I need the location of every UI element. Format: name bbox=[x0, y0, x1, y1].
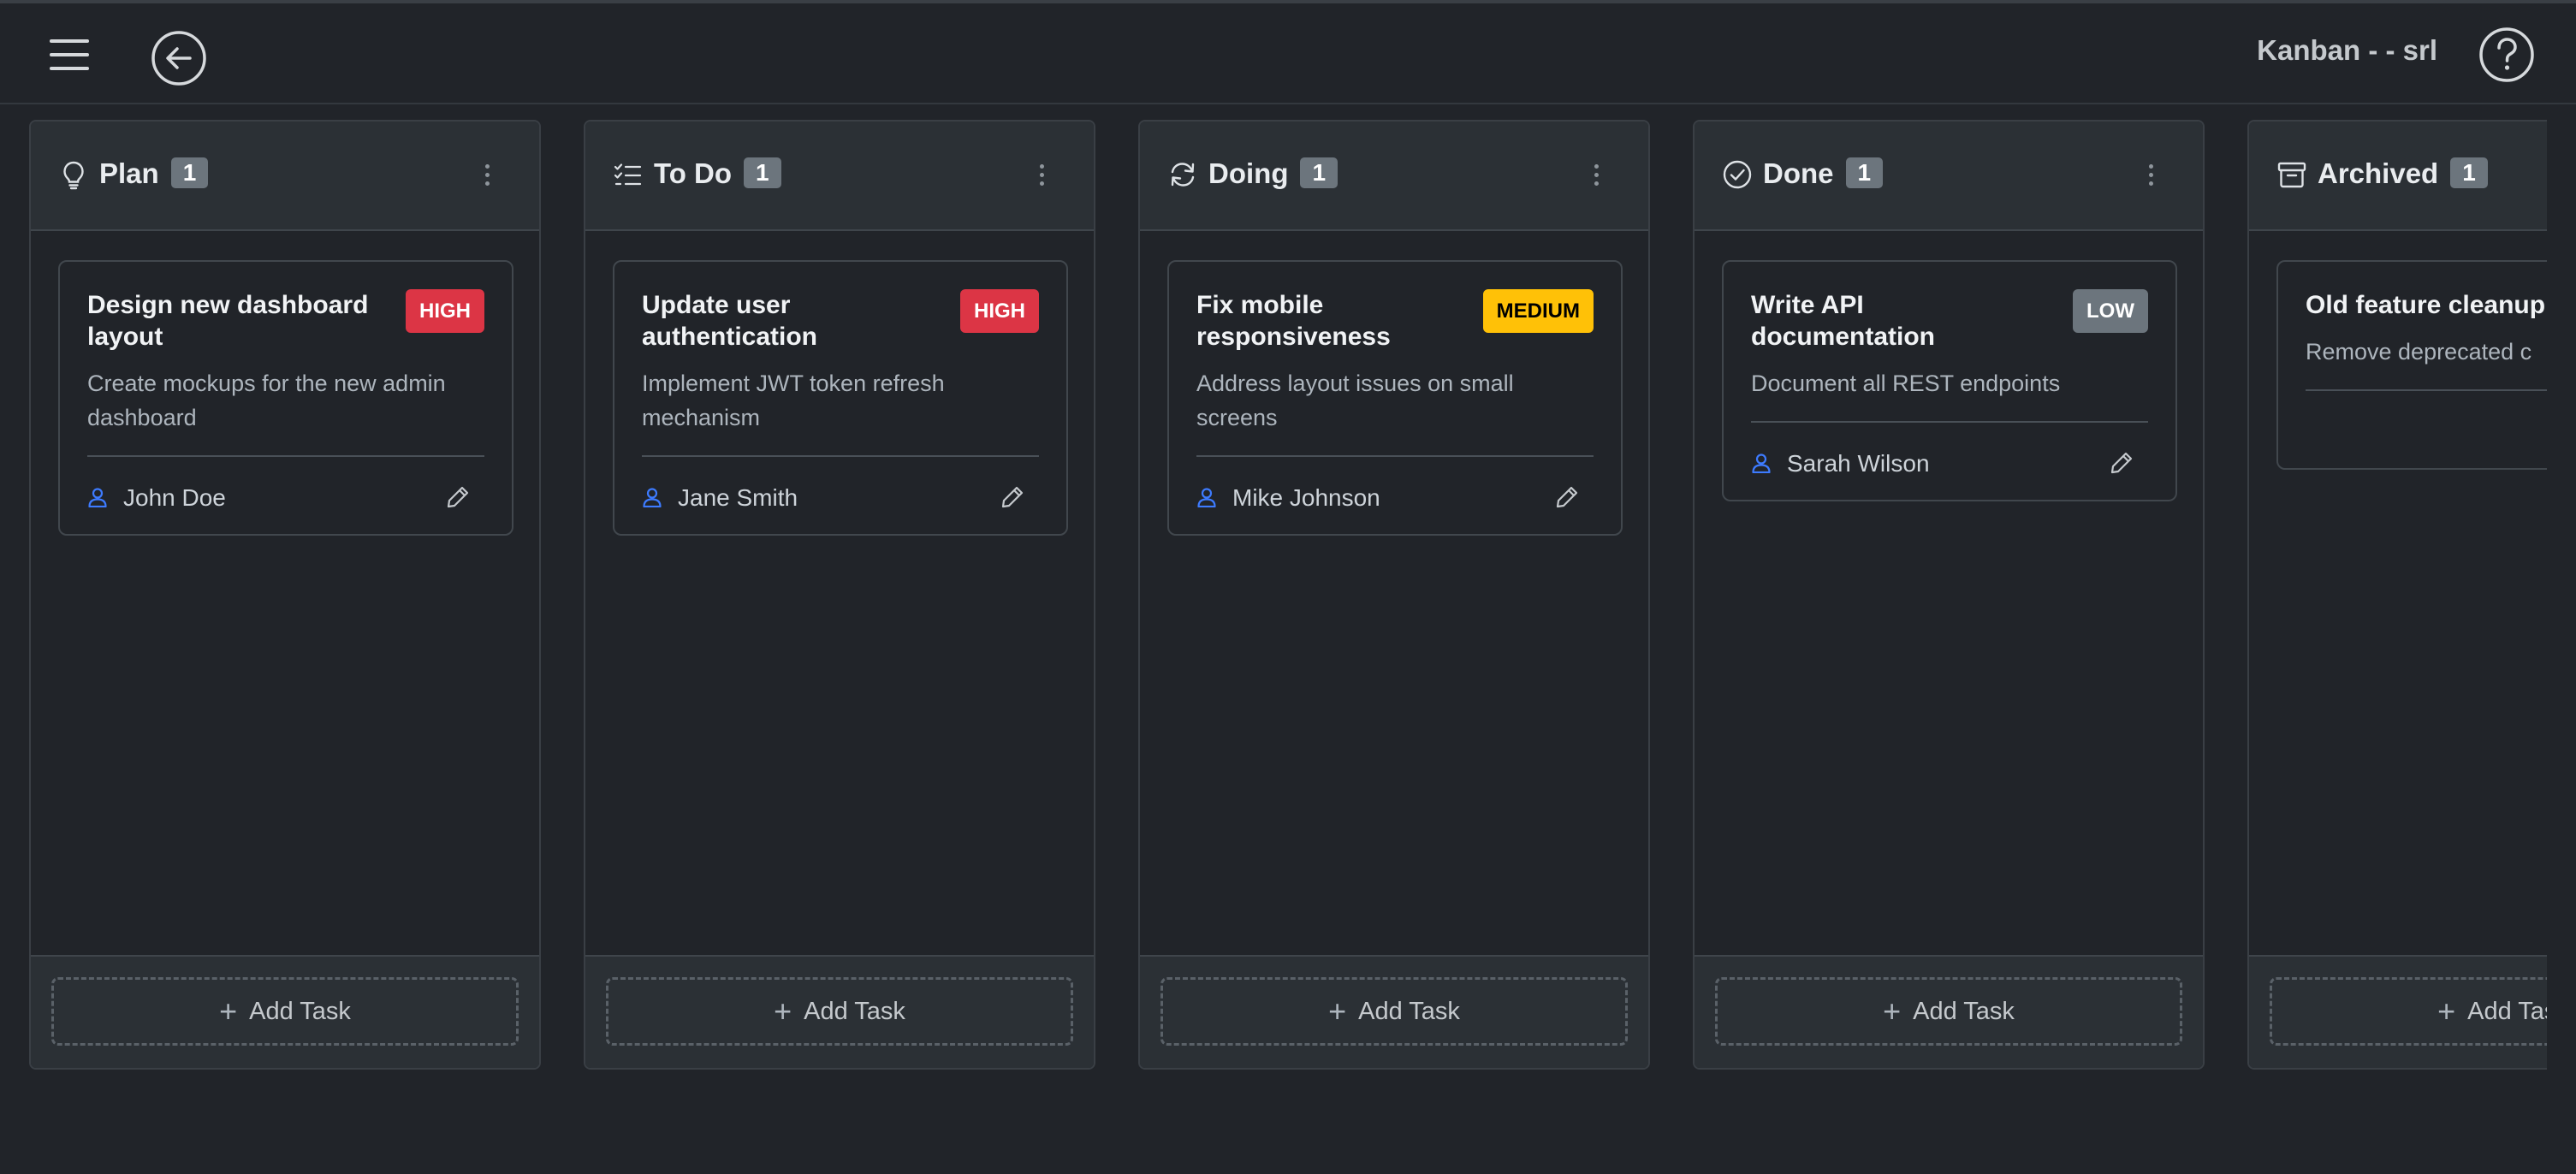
plus-icon: + bbox=[1883, 993, 1902, 1029]
add-task-button[interactable]: +Add Task bbox=[606, 977, 1073, 1046]
kebab-menu-icon[interactable] bbox=[483, 161, 491, 190]
task-card[interactable]: Write API documentation LOW Document all… bbox=[1722, 260, 2177, 501]
card-footer: Jane Smith bbox=[642, 455, 1039, 534]
assignee: Sarah Wilson bbox=[1751, 450, 1930, 477]
pencil-icon[interactable] bbox=[445, 484, 471, 510]
task-card[interactable]: Update user authentication HIGH Implemen… bbox=[613, 260, 1068, 536]
check-circle-icon bbox=[1723, 160, 1752, 189]
task-description: Implement JWT token refresh mechanism bbox=[642, 371, 945, 430]
archive-icon bbox=[2277, 162, 2306, 188]
column-footer: +Add Task bbox=[2249, 955, 2547, 1068]
column-footer: +Add Task bbox=[585, 955, 1094, 1068]
column-header: To Do 1 bbox=[585, 122, 1094, 231]
pencil-icon[interactable] bbox=[1554, 484, 1580, 510]
person-icon bbox=[643, 488, 662, 508]
column-header: Plan 1 bbox=[31, 122, 539, 231]
plus-icon: + bbox=[1328, 993, 1347, 1029]
column-doing: Doing 1 Fix mobile responsiveness MEDIUM … bbox=[1138, 120, 1650, 1070]
plus-icon: + bbox=[2437, 993, 2456, 1029]
pencil-icon[interactable] bbox=[1000, 484, 1025, 510]
count-badge: 1 bbox=[744, 157, 781, 188]
priority-badge: LOW bbox=[2073, 289, 2148, 333]
priority-badge: MEDIUM bbox=[1482, 289, 1594, 333]
person-icon bbox=[88, 488, 107, 508]
kebab-menu-icon[interactable] bbox=[1037, 161, 1046, 190]
task-description: Document all REST endpoints bbox=[1751, 371, 2061, 396]
kebab-menu-icon[interactable] bbox=[2146, 161, 2155, 190]
pencil-icon[interactable] bbox=[2109, 450, 2134, 476]
column-title: To Do 1 bbox=[654, 157, 781, 190]
count-badge: 1 bbox=[1845, 157, 1884, 188]
person-icon bbox=[1752, 454, 1771, 474]
task-card[interactable]: Fix mobile responsiveness MEDIUM Address… bbox=[1167, 260, 1623, 536]
priority-badge: HIGH bbox=[406, 289, 484, 333]
column-footer: +Add Task bbox=[1140, 955, 1648, 1068]
top-navbar: Kanban - - srl bbox=[0, 0, 2576, 104]
question-circle-icon[interactable] bbox=[2478, 27, 2535, 83]
app-title: Kanban - - srl bbox=[2257, 34, 2437, 66]
kebab-menu-icon[interactable] bbox=[1592, 161, 1600, 190]
task-description: Address layout issues on small screens bbox=[1196, 371, 1514, 430]
count-badge: 1 bbox=[2450, 157, 2488, 188]
task-description: Create mockups for the new admin dashboa… bbox=[87, 371, 446, 430]
column-done: Done 1 Write API documentation LOW Docume… bbox=[1693, 120, 2205, 1070]
kanban-board: Plan 1 Design new dashboard layout HIGH C… bbox=[0, 104, 2547, 1174]
column-plan: Plan 1 Design new dashboard layout HIGH C… bbox=[29, 120, 541, 1070]
add-task-button[interactable]: +Add Task bbox=[1715, 977, 2182, 1046]
card-footer bbox=[2306, 389, 2547, 468]
column-archived: Archived 1 Old feature cleanup Remove dep… bbox=[2247, 120, 2547, 1070]
column-footer: +Add Task bbox=[31, 955, 539, 1068]
assignee: Jane Smith bbox=[642, 484, 798, 512]
task-description: Remove deprecated c bbox=[2306, 339, 2532, 365]
assignee: John Doe bbox=[87, 484, 226, 512]
plus-icon: + bbox=[219, 993, 238, 1029]
plus-icon: + bbox=[774, 993, 792, 1029]
count-badge: 1 bbox=[1300, 157, 1338, 188]
column-header: Archived 1 bbox=[2249, 122, 2547, 231]
card-footer: Sarah Wilson bbox=[1751, 421, 2148, 500]
lightbulb-icon bbox=[63, 161, 84, 190]
column-footer: +Add Task bbox=[1695, 955, 2203, 1068]
add-task-button[interactable]: +Add Task bbox=[51, 977, 519, 1046]
add-task-button[interactable]: +Add Task bbox=[1160, 977, 1628, 1046]
task-title: Old feature cleanup bbox=[2306, 291, 2546, 319]
task-card[interactable]: Design new dashboard layout HIGH Create … bbox=[58, 260, 513, 536]
task-card[interactable]: Old feature cleanup Remove deprecated c bbox=[2276, 260, 2547, 470]
column-title: Plan 1 bbox=[99, 157, 209, 190]
card-footer: John Doe bbox=[87, 455, 484, 534]
priority-badge: HIGH bbox=[960, 289, 1039, 333]
column-title: Archived 1 bbox=[2318, 157, 2488, 190]
column-title: Doing 1 bbox=[1208, 157, 1338, 190]
column-header: Done 1 bbox=[1695, 122, 2203, 231]
refresh-icon bbox=[1171, 163, 1195, 187]
arrow-left-circle-icon[interactable] bbox=[151, 30, 207, 86]
column-title: Done 1 bbox=[1763, 157, 1884, 190]
list-check-icon bbox=[614, 163, 642, 186]
person-icon bbox=[1197, 488, 1216, 508]
column-todo: To Do 1 Update user authentication HIGH I… bbox=[584, 120, 1095, 1070]
assignee: Mike Johnson bbox=[1196, 484, 1380, 512]
card-footer: Mike Johnson bbox=[1196, 455, 1594, 534]
count-badge: 1 bbox=[170, 157, 209, 188]
column-header: Doing 1 bbox=[1140, 122, 1648, 231]
add-task-button[interactable]: +Add Task bbox=[2270, 977, 2547, 1046]
hamburger-menu-icon[interactable] bbox=[50, 38, 91, 72]
